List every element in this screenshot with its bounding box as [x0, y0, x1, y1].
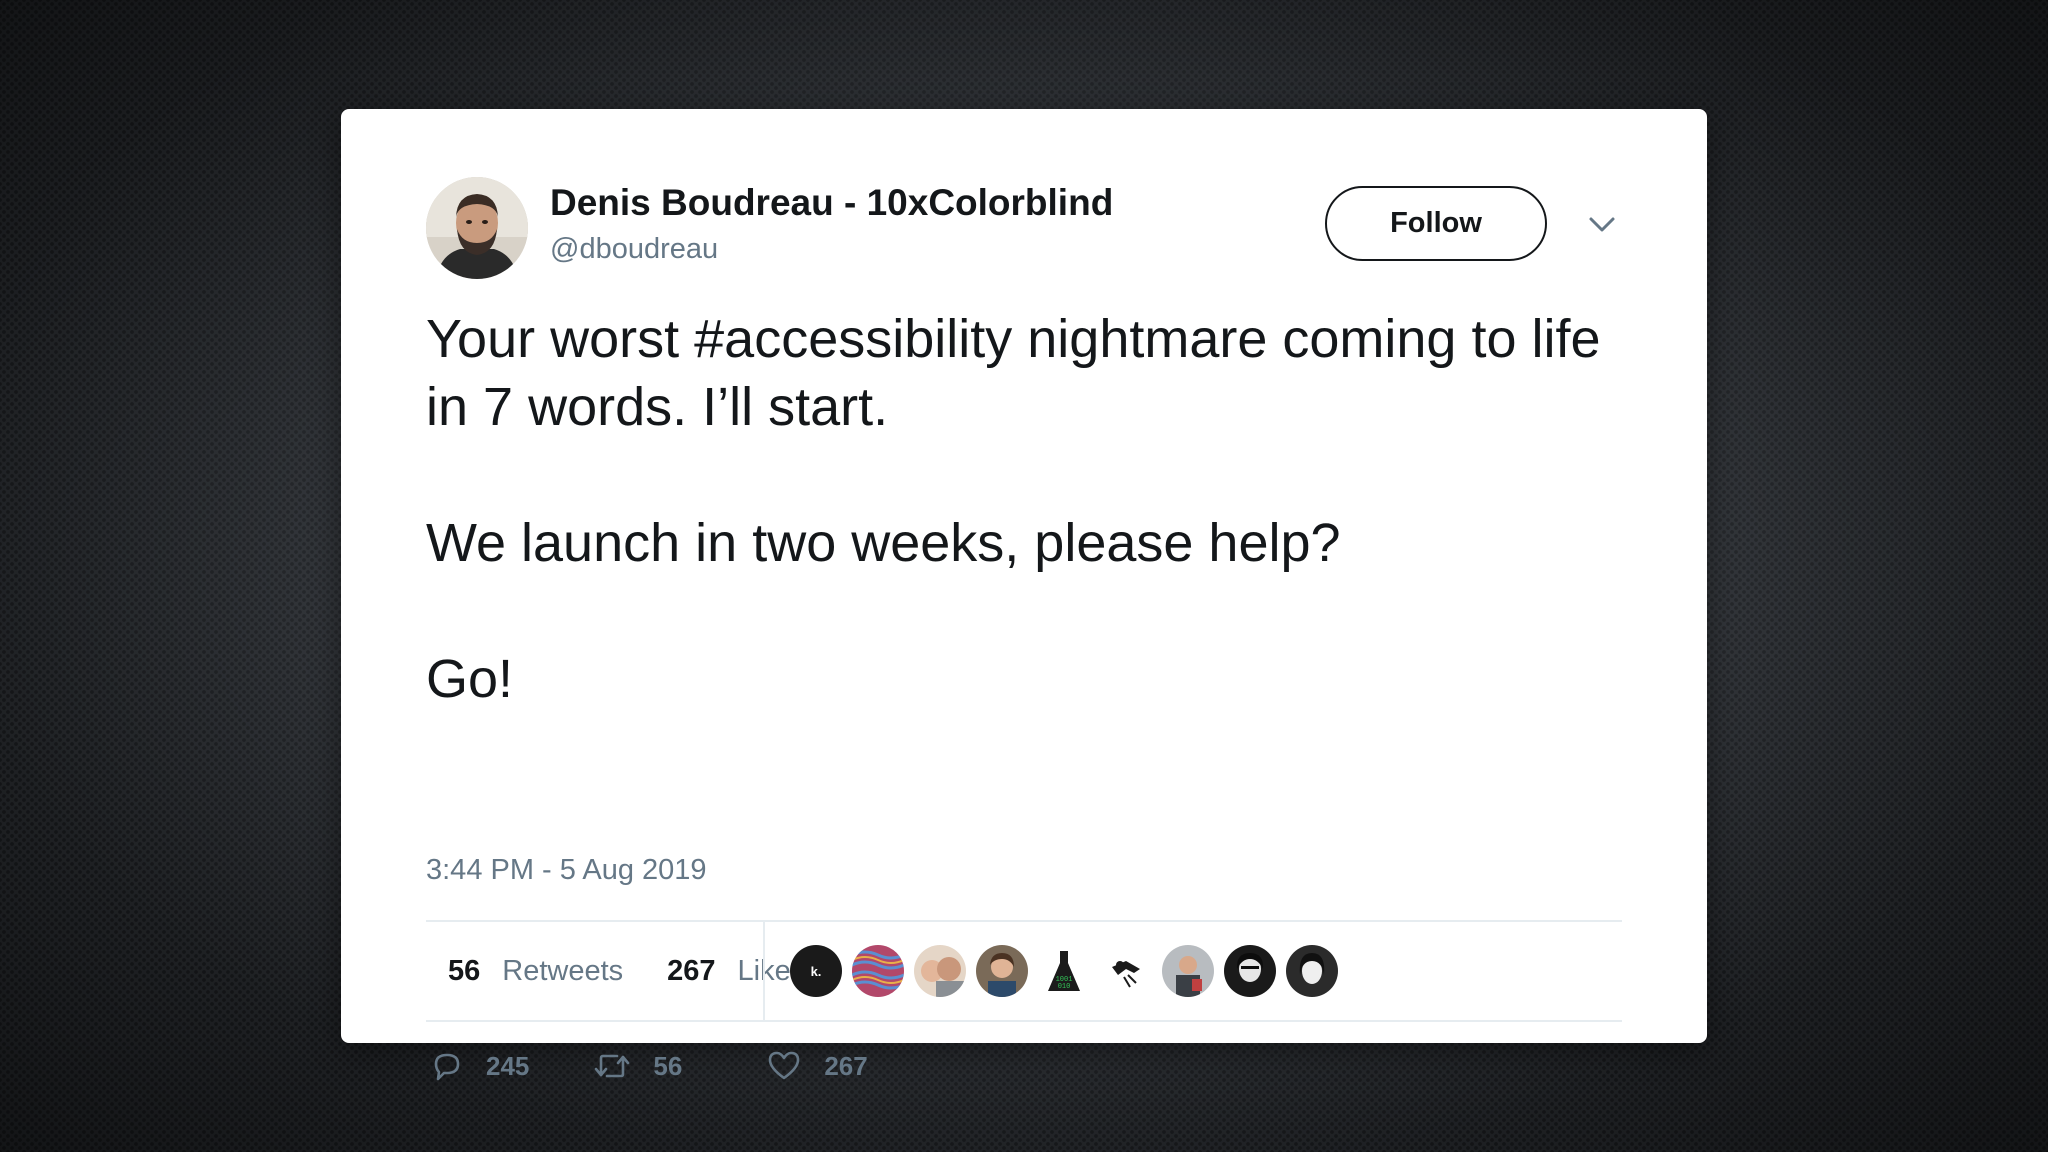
follow-button[interactable]: Follow — [1325, 186, 1547, 261]
likes-count: 267 — [667, 955, 716, 987]
tweet-actions: 245 56 267 — [430, 1049, 868, 1083]
heart-icon — [769, 1051, 800, 1080]
tweet-text-line: Your worst #accessibility nightmare comi… — [426, 309, 1601, 437]
retweet-count: 56 — [653, 1050, 683, 1081]
liker-avatar[interactable] — [852, 945, 904, 997]
liker-avatar[interactable]: 1001 010 — [1038, 945, 1090, 997]
user-handle[interactable]: @dboudreau — [550, 233, 718, 266]
retweets-count: 56 — [448, 955, 481, 987]
tweet-text: Your worst #accessibility nightmare comi… — [426, 305, 1626, 713]
liker-avatar[interactable] — [1224, 945, 1276, 997]
chevron-down-icon[interactable] — [1586, 212, 1618, 236]
liker-avatar[interactable] — [1286, 945, 1338, 997]
liker-avatar[interactable] — [914, 945, 966, 997]
like-button[interactable]: 267 — [766, 1049, 868, 1083]
liker-avatar[interactable] — [1100, 945, 1152, 997]
display-name[interactable]: Denis Boudreau - 10xColorblind — [550, 182, 1113, 224]
tweet-timestamp[interactable]: 3:44 PM - 5 Aug 2019 — [426, 854, 707, 887]
liker-avatar[interactable] — [976, 945, 1028, 997]
retweet-icon — [595, 1054, 630, 1078]
engagement-stats: 56 Retweets 267 Likes — [426, 922, 805, 1021]
stats-separator — [763, 922, 765, 1021]
reply-icon — [434, 1053, 460, 1081]
liker-avatar[interactable]: k. — [790, 945, 842, 997]
retweets-stat[interactable]: 56 Retweets — [426, 955, 623, 988]
tweet-card: Denis Boudreau - 10xColorblind @dboudrea… — [341, 109, 1707, 1081]
liker-initial: k. — [811, 964, 822, 979]
likes-stat[interactable]: 267 Likes — [645, 955, 805, 988]
svg-text:010: 010 — [1058, 983, 1071, 991]
tweet-text-line: Go! — [426, 649, 514, 709]
likers-avatars: k. 1001 010 — [790, 945, 1338, 997]
retweets-label: Retweets — [502, 955, 624, 987]
reply-count: 245 — [486, 1050, 530, 1081]
reply-button[interactable]: 245 — [430, 1049, 529, 1083]
like-count: 267 — [824, 1050, 868, 1081]
retweet-button[interactable]: 56 — [593, 1049, 682, 1083]
liker-avatar[interactable] — [1162, 945, 1214, 997]
avatar[interactable] — [426, 177, 528, 279]
divider — [426, 1020, 1622, 1022]
tweet-text-line: We launch in two weeks, please help? — [426, 513, 1341, 573]
